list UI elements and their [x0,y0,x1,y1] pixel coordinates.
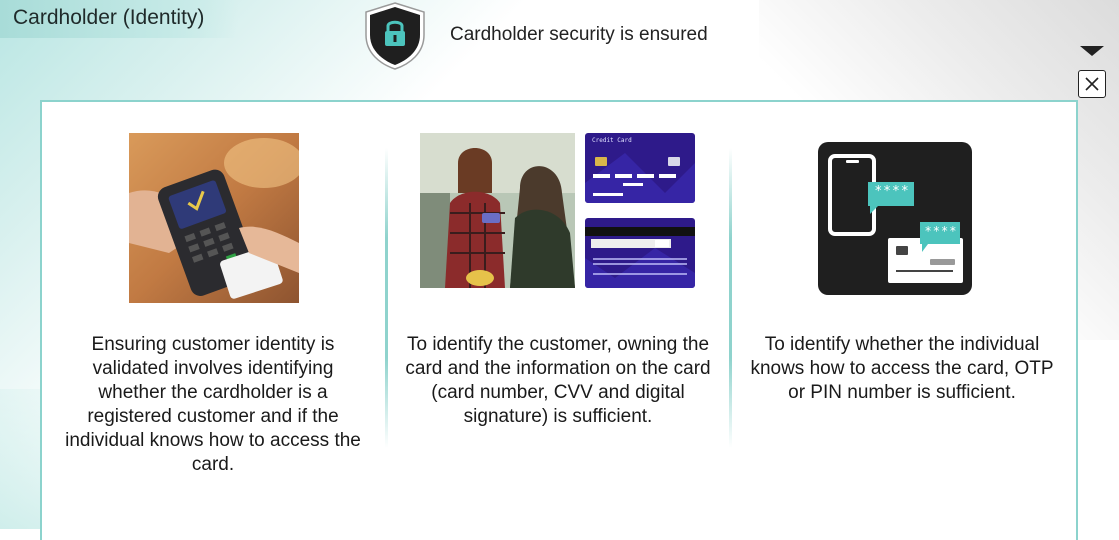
close-icon [1085,77,1099,91]
page-title: Cardholder (Identity) [13,6,205,29]
otp-bubble-text: **** [874,184,910,199]
credit-card-back-image [585,218,695,288]
card-front-label: Credit Card [592,137,632,144]
credit-card-front-image: Credit Card [585,133,695,203]
triangle-down-icon[interactable] [1080,46,1104,56]
cashier-photo [420,133,575,288]
phone-otp-card-illustration: **** **** [818,142,972,295]
column-divider [729,148,732,448]
close-button[interactable] [1078,70,1106,98]
security-status-text: Cardholder security is ensured [450,24,708,45]
payment-terminal-photo [129,133,299,303]
pin-bubble-text: **** [924,224,958,238]
column-2-text: To identify the customer, owning the car… [405,334,711,427]
column-1-text: Ensuring customer identity is validated … [65,334,361,475]
column-3-text: To identify whether the individual knows… [750,334,1054,403]
shield-lock-icon [365,2,425,70]
column-divider [385,148,388,448]
